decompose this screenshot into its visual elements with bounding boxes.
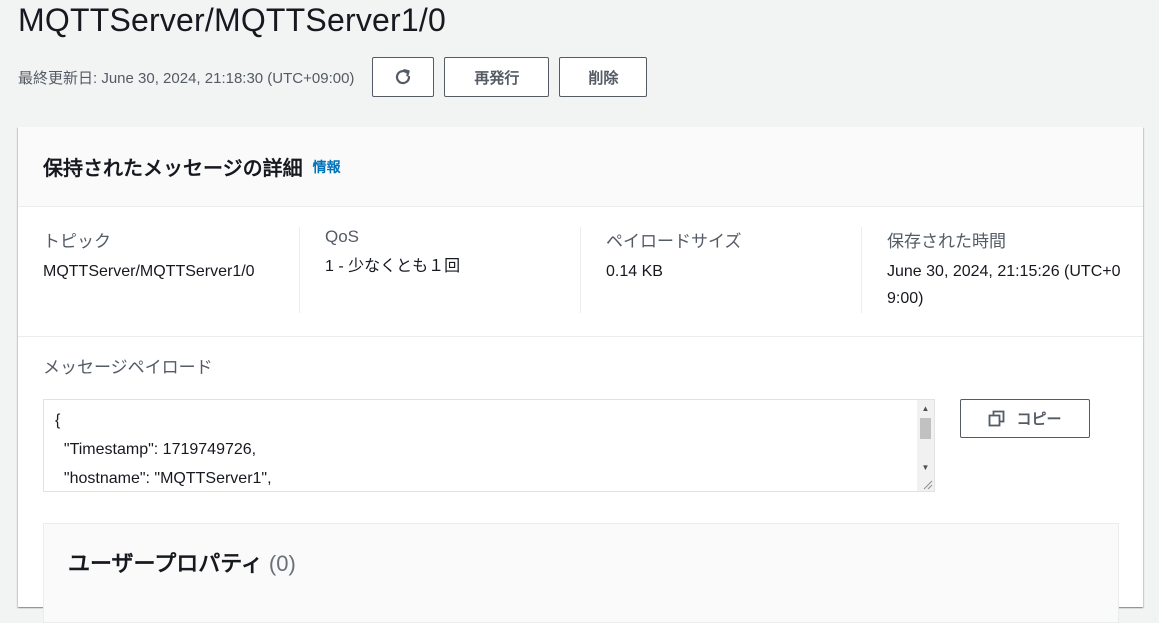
field-label: QoS [325,227,360,246]
scroll-up-arrow-icon[interactable]: ▲ [917,400,934,417]
panel-title: 保持されたメッセージの詳細 [43,158,303,180]
refresh-icon [396,69,411,85]
field-label: ペイロードサイズ [606,232,742,251]
last-updated-text: 最終更新日: June 30, 2024, 21:18:30 (UTC+09:0… [18,69,355,87]
field-value: June 30, 2024, 21:15:26 (UTC+09:00) [887,263,1121,307]
field-value: 1 - 少なくとも１回 [325,258,461,275]
resize-grip-icon[interactable] [921,478,933,490]
panel-header: 保持されたメッセージの詳細 情報 [18,127,1143,207]
copy-button[interactable]: コピー [960,399,1090,438]
user-properties-panel: ユーザープロパティ (0) [43,523,1119,623]
field-qos: QoS 1 - 少なくとも１回 [299,227,580,313]
delete-button[interactable]: 削除 [559,57,648,97]
page-subheader: 最終更新日: June 30, 2024, 21:18:30 (UTC+09:0… [18,57,648,97]
page-title: MQTTServer/MQTTServer1/0 [18,2,446,38]
retained-message-details-panel: 保持されたメッセージの詳細 情報 トピック MQTTServer/MQTTSer… [18,127,1143,623]
field-payload-size: ペイロードサイズ 0.14 KB [580,227,861,313]
copy-button-label: コピー [1016,411,1062,428]
field-topic: トピック MQTTServer/MQTTServer1/0 [18,227,299,313]
copy-icon [988,410,1006,428]
field-value: 0.14 KB [606,263,663,280]
user-properties-title: ユーザープロパティ (0) [68,546,296,578]
republish-button[interactable]: 再発行 [444,57,550,97]
payload-text: { "Timestamp": 1719749726, "hostname": "… [55,412,272,487]
payload-label: メッセージペイロード [43,358,213,377]
payload-textarea[interactable]: { "Timestamp": 1719749726, "hostname": "… [43,399,935,492]
scroll-down-arrow-icon[interactable]: ▼ [917,459,934,476]
user-properties-count: (0) [268,551,296,576]
info-link[interactable]: 情報 [313,157,341,177]
field-stored-time: 保存された時間 June 30, 2024, 21:15:26 (UTC+09:… [861,227,1142,313]
details-fields: トピック MQTTServer/MQTTServer1/0 QoS 1 - 少な… [18,207,1143,337]
field-label: トピック [43,232,111,251]
user-properties-title-text: ユーザープロパティ [68,551,263,576]
scroll-thumb[interactable] [920,418,931,439]
field-value: MQTTServer/MQTTServer1/0 [43,263,255,280]
refresh-button[interactable] [372,57,435,97]
field-label: 保存された時間 [887,232,1006,251]
